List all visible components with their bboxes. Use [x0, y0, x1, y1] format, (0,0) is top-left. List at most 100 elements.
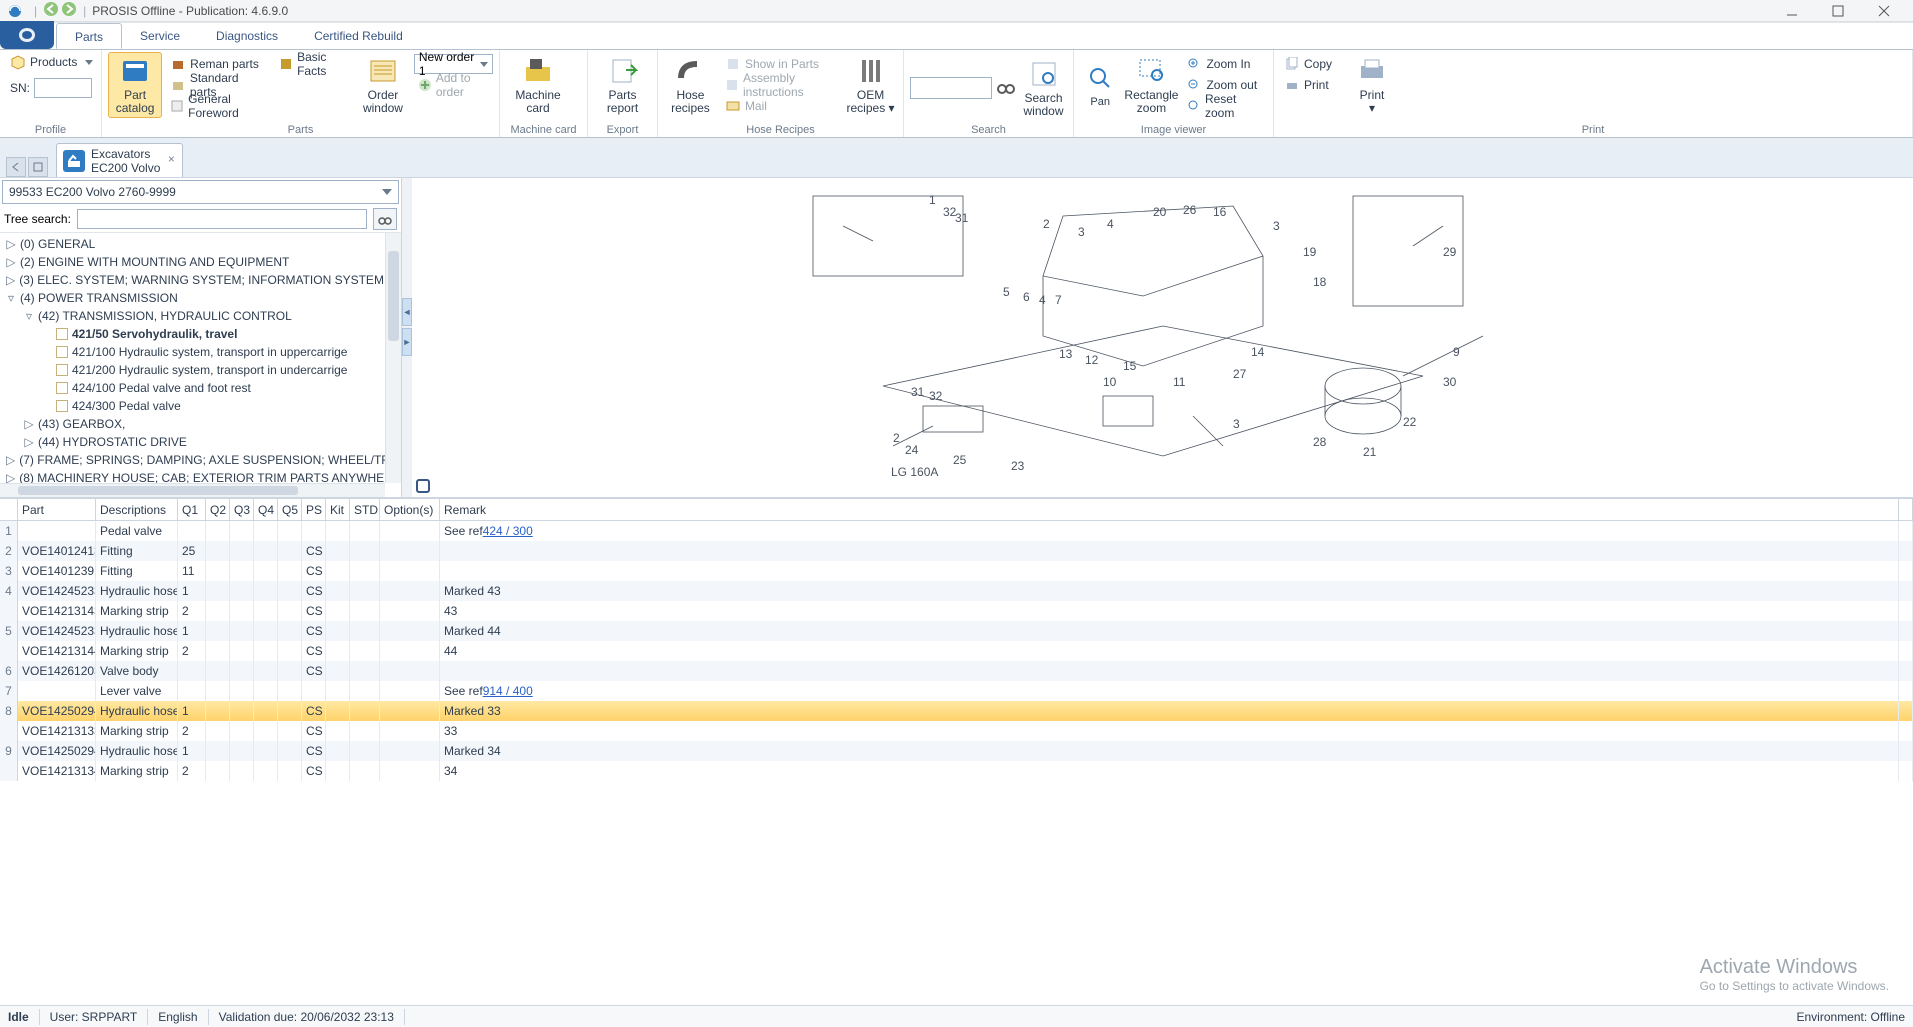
image-viewer[interactable]: 13231 234 202616 31918 5647 29930 222128… [412, 178, 1913, 497]
rectangle-zoom-button[interactable]: Rectanglezoom [1124, 52, 1178, 118]
oem-recipes-button[interactable]: OEMrecipes ▾ [844, 52, 897, 118]
svg-text:7: 7 [1055, 293, 1062, 307]
tree-item[interactable]: ▷(2) ENGINE WITH MOUNTING AND EQUIPMENT [0, 253, 385, 271]
svg-text:10: 10 [1103, 375, 1117, 389]
zoom-in-button[interactable]: Zoom In [1182, 54, 1267, 74]
tree-item[interactable]: ▷(3) ELEC. SYSTEM; WARNING SYSTEM; INFOR… [0, 271, 385, 289]
table-row[interactable]: 8VOE14250294Hydraulic hose1CSMarked 33 [0, 701, 1913, 721]
nav-forward-icon[interactable] [61, 1, 77, 20]
maximize-button[interactable] [1815, 0, 1861, 22]
tab-tool-prev[interactable] [6, 157, 26, 177]
print-button[interactable]: Print▾ [1340, 52, 1404, 118]
table-row[interactable]: VOE14213133Marking strip2CS33 [0, 721, 1913, 741]
copy-button[interactable]: Copy [1280, 54, 1336, 74]
sn-input[interactable] [34, 78, 92, 98]
tab-close-icon[interactable]: × [164, 152, 178, 166]
grid-body[interactable]: 1Pedal valveSee ref 424 / 3002VOE1401241… [0, 521, 1913, 1005]
col-desc[interactable]: Descriptions [96, 499, 178, 520]
table-row[interactable]: 1Pedal valveSee ref 424 / 300 [0, 521, 1913, 541]
reset-zoom-button[interactable]: Reset zoom [1182, 96, 1267, 116]
table-row[interactable]: 2VOE14012413Fitting25CS [0, 541, 1913, 561]
table-row[interactable]: 3VOE14012391Fitting11CS [0, 561, 1913, 581]
splitter-collapse-right-icon[interactable]: ► [402, 328, 412, 356]
tree-item[interactable]: 421/50 Servohydraulik, travel [0, 325, 385, 343]
pan-button[interactable]: Pan [1080, 52, 1120, 118]
hose-recipes-button[interactable]: Hoserecipes [664, 52, 717, 118]
table-row[interactable]: 7Lever valveSee ref 914 / 400 [0, 681, 1913, 701]
tree-item[interactable]: ▷(8) MACHINERY HOUSE; CAB; EXTERIOR TRIM… [0, 469, 385, 483]
table-row[interactable]: VOE14213143Marking strip2CS43 [0, 601, 1913, 621]
table-row[interactable]: VOE14213144Marking strip2CS44 [0, 641, 1913, 661]
printer-small-icon [1284, 77, 1300, 93]
search-input[interactable] [910, 77, 992, 99]
col-kit[interactable]: Kit [326, 499, 350, 520]
close-button[interactable] [1861, 0, 1907, 22]
tree-item[interactable]: ▷(43) GEARBOX, [0, 415, 385, 433]
part-catalog-button[interactable]: Partcatalog [108, 52, 162, 118]
splitter-collapse-left-icon[interactable]: ◄ [402, 298, 412, 326]
svg-text:12: 12 [1085, 353, 1099, 367]
tree-item[interactable]: 421/100 Hydraulic system, transport in u… [0, 343, 385, 361]
svg-text:13: 13 [1059, 347, 1073, 361]
table-row[interactable]: 4VOE14245233Hydraulic hose1CSMarked 43 [0, 581, 1913, 601]
ref-link[interactable]: 424 / 300 [483, 524, 533, 538]
ref-link[interactable]: 914 / 400 [483, 684, 533, 698]
svg-text:30: 30 [1443, 375, 1457, 389]
tree-item[interactable]: ▷(7) FRAME; SPRINGS; DAMPING; AXLE SUSPE… [0, 451, 385, 469]
nav-back-icon[interactable] [43, 1, 59, 20]
parts-report-button[interactable]: Partsreport [594, 52, 651, 118]
binoculars-icon[interactable] [996, 76, 1016, 99]
tab-service[interactable]: Service [122, 23, 198, 49]
svg-text:9: 9 [1453, 345, 1460, 359]
document-tab[interactable]: ExcavatorsEC200 Volvo × [56, 143, 183, 177]
table-row[interactable]: 9VOE14250294Hydraulic hose1CSMarked 34 [0, 741, 1913, 761]
tab-parts[interactable]: Parts [56, 23, 122, 49]
table-row[interactable]: 5VOE14245233Hydraulic hose1CSMarked 44 [0, 621, 1913, 641]
tree-item[interactable]: 424/100 Pedal valve and foot rest [0, 379, 385, 397]
tree-item[interactable]: ▿(42) TRANSMISSION, HYDRAULIC CONTROL [0, 307, 385, 325]
col-remark[interactable]: Remark [440, 499, 1899, 520]
col-ps[interactable]: PS [302, 499, 326, 520]
minimize-button[interactable] [1769, 0, 1815, 22]
col-part[interactable]: Part [18, 499, 96, 520]
tree-hscroll[interactable] [0, 483, 385, 497]
tree-search-input[interactable] [77, 209, 367, 229]
tree-search-button[interactable] [373, 208, 397, 230]
basic-facts-button[interactable]: Basic Facts [275, 54, 352, 74]
col-q2[interactable]: Q2 [206, 499, 230, 520]
general-foreword-button[interactable]: General Foreword [166, 96, 271, 116]
col-q1[interactable]: Q1 [178, 499, 206, 520]
app-menu-button[interactable] [0, 21, 54, 49]
table-row[interactable]: 6VOE14261203Valve bodyCS [0, 661, 1913, 681]
tree-vscroll[interactable] [385, 233, 401, 483]
splitter[interactable]: ◄ ► [402, 178, 412, 497]
tree-item[interactable]: 424/300 Pedal valve [0, 397, 385, 415]
col-opts[interactable]: Option(s) [380, 499, 440, 520]
col-std[interactable]: STD [350, 499, 380, 520]
tab-certified-rebuild[interactable]: Certified Rebuild [296, 23, 421, 49]
tree-item[interactable]: ▷(0) GENERAL [0, 235, 385, 253]
print-small-button[interactable]: Print [1280, 75, 1336, 95]
tree-item[interactable]: ▷(44) HYDROSTATIC DRIVE [0, 433, 385, 451]
tree-item[interactable]: 421/200 Hydraulic system, transport in u… [0, 361, 385, 379]
table-row[interactable]: VOE14213134Marking strip2CS34 [0, 761, 1913, 781]
corner-checkbox[interactable] [416, 479, 430, 493]
search-window-button[interactable]: Searchwindow [1020, 55, 1067, 121]
tree-item[interactable]: ▿(4) POWER TRANSMISSION [0, 289, 385, 307]
tab-diagnostics[interactable]: Diagnostics [198, 23, 296, 49]
svg-text:2: 2 [1043, 217, 1050, 231]
machine-card-button[interactable]: Machinecard [506, 52, 570, 118]
app-icon [6, 4, 24, 18]
foreword-icon [170, 98, 184, 114]
order-window-button[interactable]: Orderwindow [356, 52, 410, 118]
col-q5[interactable]: Q5 [278, 499, 302, 520]
col-q4[interactable]: Q4 [254, 499, 278, 520]
tree[interactable]: ▷(0) GENERAL▷(2) ENGINE WITH MOUNTING AN… [0, 233, 385, 483]
group-label-print: Print [1280, 123, 1906, 137]
title-bar: | | PROSIS Offline - Publication: 4.6.9.… [0, 0, 1913, 22]
col-q3[interactable]: Q3 [230, 499, 254, 520]
model-selector[interactable]: 99533 EC200 Volvo 2760-9999 [2, 180, 399, 204]
products-dropdown[interactable]: Products [6, 52, 95, 72]
svg-text:31: 31 [955, 211, 969, 225]
tab-tool-list[interactable] [28, 157, 48, 177]
